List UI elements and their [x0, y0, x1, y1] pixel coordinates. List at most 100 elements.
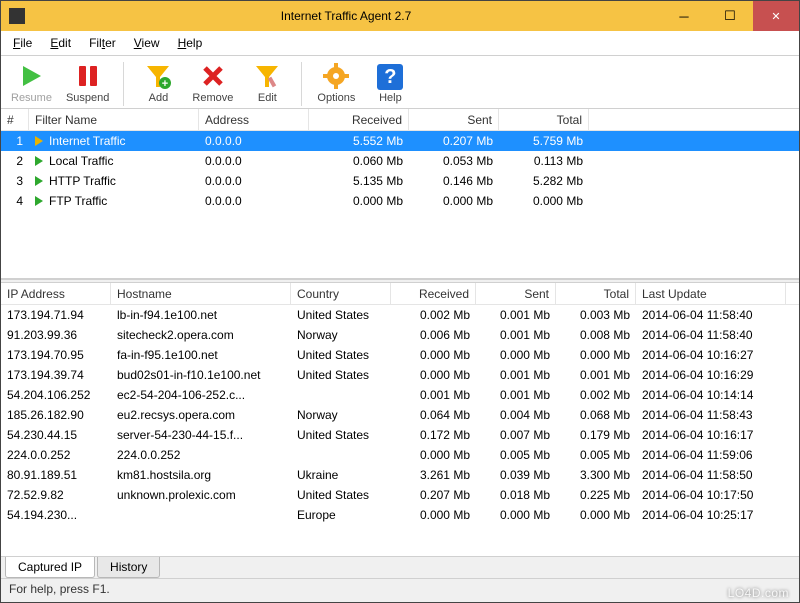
- menu-edit[interactable]: Edit: [42, 33, 79, 53]
- cell-total: 0.001 Mb: [556, 368, 636, 382]
- remove-button[interactable]: Remove: [188, 60, 237, 106]
- cell-sent: 0.000 Mb: [476, 508, 556, 522]
- menu-help[interactable]: Help: [170, 33, 211, 53]
- filters-header: # Filter Name Address Received Sent Tota…: [1, 109, 799, 131]
- cell-updated: 2014-06-04 11:58:40: [636, 308, 786, 322]
- cell-hostname: unknown.prolexic.com: [111, 488, 291, 502]
- options-button[interactable]: Options: [312, 60, 360, 106]
- col-total[interactable]: Total: [556, 283, 636, 304]
- menu-bar: File Edit Filter View Help: [1, 31, 799, 56]
- cell-received: 0.000 Mb: [391, 368, 476, 382]
- cell-idx: 2: [1, 154, 29, 168]
- cell-ip: 80.91.189.51: [1, 468, 111, 482]
- bottom-tabs: Captured IP History: [1, 556, 799, 578]
- captured-row[interactable]: 54.194.230...Europe0.000 Mb0.000 Mb0.000…: [1, 505, 799, 525]
- edit-button[interactable]: Edit: [243, 60, 291, 106]
- minimize-button[interactable]: [661, 1, 707, 31]
- captured-body[interactable]: 173.194.71.94lb-in-f94.1e100.netUnited S…: [1, 305, 799, 556]
- cell-updated: 2014-06-04 11:59:06: [636, 448, 786, 462]
- suspend-button[interactable]: Suspend: [62, 60, 113, 106]
- cell-ip: 91.203.99.36: [1, 328, 111, 342]
- captured-row[interactable]: 80.91.189.51km81.hostsila.orgUkraine3.26…: [1, 465, 799, 485]
- col-idx[interactable]: #: [1, 109, 29, 130]
- add-button[interactable]: + Add: [134, 60, 182, 106]
- col-address[interactable]: Address: [199, 109, 309, 130]
- captured-row[interactable]: 173.194.39.74bud02s01-in-f10.1e100.netUn…: [1, 365, 799, 385]
- filter-row[interactable]: 2Local Traffic0.0.0.00.060 Mb0.053 Mb0.1…: [1, 151, 799, 171]
- cell-ip: 224.0.0.252: [1, 448, 111, 462]
- help-button[interactable]: ? Help: [366, 62, 414, 106]
- captured-header: IP Address Hostname Country Received Sen…: [1, 283, 799, 305]
- col-sent[interactable]: Sent: [409, 109, 499, 130]
- filters-body[interactable]: 1Internet Traffic0.0.0.05.552 Mb0.207 Mb…: [1, 131, 799, 211]
- cell-sent: 0.005 Mb: [476, 448, 556, 462]
- captured-row[interactable]: 173.194.71.94lb-in-f94.1e100.netUnited S…: [1, 305, 799, 325]
- cell-idx: 4: [1, 194, 29, 208]
- resume-button[interactable]: Resume: [7, 60, 56, 106]
- cell-total: 0.179 Mb: [556, 428, 636, 442]
- toolbar-separator: [301, 62, 302, 106]
- captured-row[interactable]: 54.204.106.252ec2-54-204-106-252.c...0.0…: [1, 385, 799, 405]
- cell-received: 0.207 Mb: [391, 488, 476, 502]
- cell-sent: 0.004 Mb: [476, 408, 556, 422]
- captured-row[interactable]: 54.230.44.15server-54-230-44-15.f...Unit…: [1, 425, 799, 445]
- cell-ip: 54.230.44.15: [1, 428, 111, 442]
- menu-filter[interactable]: Filter: [81, 33, 124, 53]
- cell-received: 0.000 Mb: [391, 448, 476, 462]
- maximize-button[interactable]: [707, 1, 753, 31]
- captured-row[interactable]: 173.194.70.95fa-in-f95.1e100.netUnited S…: [1, 345, 799, 365]
- toolbar-separator: [123, 62, 124, 106]
- cell-total: 3.300 Mb: [556, 468, 636, 482]
- captured-row[interactable]: 72.52.9.82unknown.prolexic.comUnited Sta…: [1, 485, 799, 505]
- col-ip[interactable]: IP Address: [1, 283, 111, 304]
- cell-idx: 3: [1, 174, 29, 188]
- tab-captured-ip[interactable]: Captured IP: [5, 557, 95, 578]
- funnel-edit-icon: [253, 62, 281, 90]
- cell-received: 0.060 Mb: [309, 154, 409, 168]
- cell-hostname: km81.hostsila.org: [111, 468, 291, 482]
- status-bar: For help, press F1.: [1, 578, 799, 598]
- col-received[interactable]: Received: [391, 283, 476, 304]
- cell-updated: 2014-06-04 10:16:17: [636, 428, 786, 442]
- cell-ip: 185.26.182.90: [1, 408, 111, 422]
- filter-row[interactable]: 1Internet Traffic0.0.0.05.552 Mb0.207 Mb…: [1, 131, 799, 151]
- col-country[interactable]: Country: [291, 283, 391, 304]
- cell-total: 0.005 Mb: [556, 448, 636, 462]
- menu-view[interactable]: View: [126, 33, 168, 53]
- cell-sent: 0.207 Mb: [409, 134, 499, 148]
- filter-row[interactable]: 3HTTP Traffic0.0.0.05.135 Mb0.146 Mb5.28…: [1, 171, 799, 191]
- captured-row[interactable]: 185.26.182.90eu2.recsys.opera.comNorway0…: [1, 405, 799, 425]
- cell-received: 0.006 Mb: [391, 328, 476, 342]
- cell-country: United States: [291, 348, 391, 362]
- watermark: LO4D.com: [728, 586, 789, 600]
- cell-total: 0.003 Mb: [556, 308, 636, 322]
- cell-received: 0.000 Mb: [309, 194, 409, 208]
- col-last-update[interactable]: Last Update: [636, 283, 786, 304]
- cell-name: Local Traffic: [29, 154, 199, 168]
- col-received[interactable]: Received: [309, 109, 409, 130]
- captured-row[interactable]: 224.0.0.252224.0.0.2520.000 Mb0.005 Mb0.…: [1, 445, 799, 465]
- cell-updated: 2014-06-04 11:58:40: [636, 328, 786, 342]
- play-icon: [17, 62, 45, 90]
- cell-hostname: eu2.recsys.opera.com: [111, 408, 291, 422]
- col-filter-name[interactable]: Filter Name: [29, 109, 199, 130]
- close-button[interactable]: [753, 1, 799, 31]
- tab-history[interactable]: History: [97, 557, 160, 578]
- menu-file[interactable]: File: [5, 33, 40, 53]
- captured-row[interactable]: 91.203.99.36sitecheck2.opera.comNorway0.…: [1, 325, 799, 345]
- col-sent[interactable]: Sent: [476, 283, 556, 304]
- cell-total: 0.000 Mb: [556, 508, 636, 522]
- cell-total: 5.759 Mb: [499, 134, 589, 148]
- filter-row[interactable]: 4FTP Traffic0.0.0.00.000 Mb0.000 Mb0.000…: [1, 191, 799, 211]
- cell-received: 3.261 Mb: [391, 468, 476, 482]
- cell-hostname: sitecheck2.opera.com: [111, 328, 291, 342]
- cell-address: 0.0.0.0: [199, 194, 309, 208]
- cell-total: 0.008 Mb: [556, 328, 636, 342]
- col-total[interactable]: Total: [499, 109, 589, 130]
- cell-hostname: bud02s01-in-f10.1e100.net: [111, 368, 291, 382]
- col-hostname[interactable]: Hostname: [111, 283, 291, 304]
- cell-received: 0.001 Mb: [391, 388, 476, 402]
- cell-total: 5.282 Mb: [499, 174, 589, 188]
- filters-pane: # Filter Name Address Received Sent Tota…: [1, 109, 799, 279]
- app-icon: [9, 8, 25, 24]
